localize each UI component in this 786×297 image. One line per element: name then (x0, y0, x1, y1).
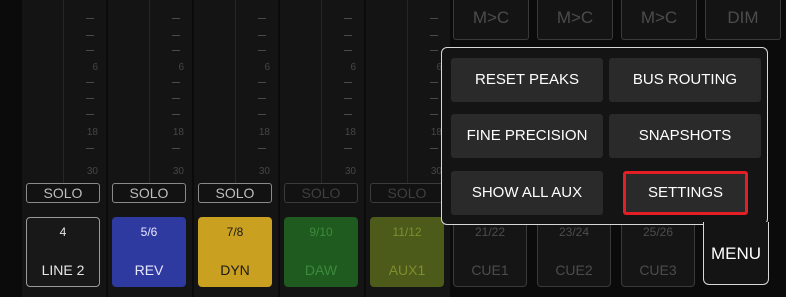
channel-name: LINE 2 (41, 262, 85, 278)
solo-button[interactable]: SOLO (26, 183, 100, 203)
settings-button[interactable]: SETTINGS (623, 171, 748, 215)
m-to-c-button[interactable]: M>C (453, 0, 529, 40)
meter-line (407, 0, 408, 185)
cue-number: 25/26 (642, 225, 674, 239)
channel-name: DYN (220, 262, 250, 278)
cue-button-cue3[interactable]: 25/26 CUE3 (621, 217, 695, 287)
cue-name: CUE1 (471, 262, 509, 278)
channel-button-daw[interactable]: 9/10 DAW (284, 217, 358, 287)
show-all-aux-button[interactable]: SHOW ALL AUX (451, 171, 603, 215)
solo-button[interactable]: SOLO (284, 183, 358, 203)
meter-scale-label: 6 (350, 62, 356, 73)
meter-scale-label: 18 (430, 127, 442, 138)
m-to-c-button[interactable]: M>C (621, 0, 697, 40)
meter-line (321, 0, 322, 185)
cue-number: 23/24 (558, 225, 590, 239)
meter-scale-label: 6 (92, 62, 98, 73)
channel-button-dyn[interactable]: 7/8 DYN (198, 217, 272, 287)
menu-popup: RESET PEAKS BUS ROUTING FINE PRECISION S… (441, 47, 768, 225)
channel-name: DAW (304, 262, 338, 278)
cue-button-cue1[interactable]: 21/22 CUE1 (453, 217, 527, 287)
meter-line (149, 0, 150, 185)
solo-button[interactable]: SOLO (198, 183, 272, 203)
meter-scale-label: 30 (86, 166, 98, 177)
channel-number: 9/10 (309, 225, 333, 239)
channel-number: 7/8 (226, 225, 244, 239)
cue-name: CUE2 (555, 262, 593, 278)
meter-scale-label: 6 (436, 62, 442, 73)
cue-number: 21/22 (474, 225, 506, 239)
channel-button-aux1[interactable]: 11/12 AUX1 (370, 217, 444, 287)
cue-name: CUE3 (639, 262, 677, 278)
fine-precision-button[interactable]: FINE PRECISION (451, 114, 603, 158)
snapshots-button[interactable]: SNAPSHOTS (609, 114, 761, 158)
meter-scale-label: 18 (172, 127, 184, 138)
channel-button-line-2[interactable]: 4 LINE 2 (26, 217, 100, 287)
meter-scale-label: 6 (264, 62, 270, 73)
meter-scale-label: 30 (430, 166, 442, 177)
meter-line (235, 0, 236, 185)
meter-scale-label: 6 (178, 62, 184, 73)
m-to-c-button[interactable]: M>C (537, 0, 613, 40)
meter-scale-label: 30 (344, 166, 356, 177)
solo-button[interactable]: SOLO (112, 183, 186, 203)
meter-scale-label: 30 (258, 166, 270, 177)
channel-number: 11/12 (392, 225, 422, 239)
bus-routing-button[interactable]: BUS ROUTING (609, 58, 761, 102)
meter-line (63, 0, 64, 185)
solo-button[interactable]: SOLO (370, 183, 444, 203)
dim-button[interactable]: DIM (705, 0, 781, 40)
channel-name: AUX1 (388, 262, 426, 278)
channel-button-rev[interactable]: 5/6 REV (112, 217, 186, 287)
meter-scale-label: 18 (344, 127, 356, 138)
meter-scale-label: 18 (258, 127, 270, 138)
reset-peaks-button[interactable]: RESET PEAKS (451, 58, 603, 102)
channel-number: 5/6 (140, 225, 158, 239)
meter-scale-label: 30 (172, 166, 184, 177)
meter-scale-label: 18 (86, 127, 98, 138)
channel-name: REV (134, 262, 164, 278)
menu-tab[interactable]: MENU (703, 222, 769, 285)
cue-button-cue2[interactable]: 23/24 CUE2 (537, 217, 611, 287)
channel-number: 4 (59, 225, 67, 239)
